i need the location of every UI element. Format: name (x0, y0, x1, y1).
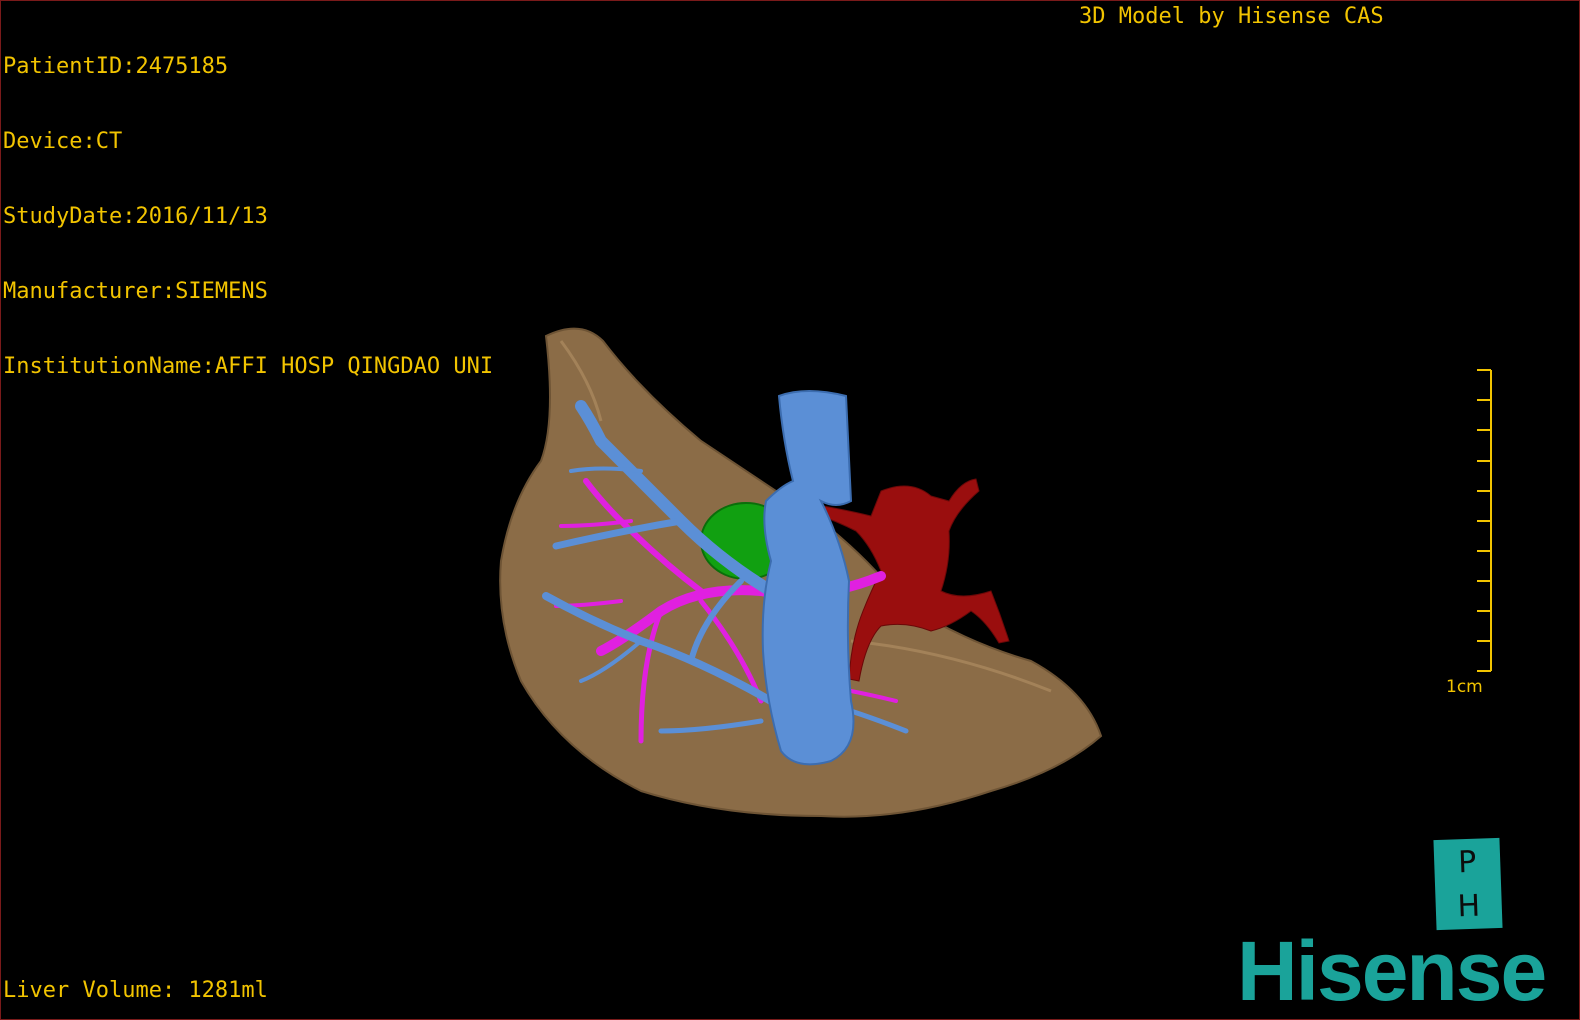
manufacturer-text: Manufacturer:SIEMENS (3, 279, 268, 304)
liver-volume-text: Liver Volume: 1281ml (3, 978, 268, 1003)
ph-badge-bottom: H (1456, 888, 1481, 925)
device-text: Device:CT (3, 129, 123, 154)
3d-viewport[interactable]: PatientID:2475185 Device:CT StudyDate:20… (0, 0, 1580, 1020)
institution-text: InstitutionName:AFFI HOSP QINGDAO UNI (3, 354, 494, 379)
patient-info-overlay: PatientID:2475185 Device:CT StudyDate:20… (3, 4, 493, 429)
hisense-logo: Hisense (1237, 924, 1547, 1018)
scale-bar-label: 1cm (1446, 677, 1483, 697)
model-credit-text: 3D Model by Hisense CAS (1079, 4, 1384, 29)
scale-bar (1477, 369, 1492, 672)
ph-badge-top: P (1457, 844, 1477, 881)
patient-id-text: PatientID:2475185 (3, 54, 229, 79)
ph-badge: P H (1433, 837, 1503, 931)
portal-vein-trunk (761, 390, 855, 766)
study-date-text: StudyDate:2016/11/13 (3, 204, 268, 229)
